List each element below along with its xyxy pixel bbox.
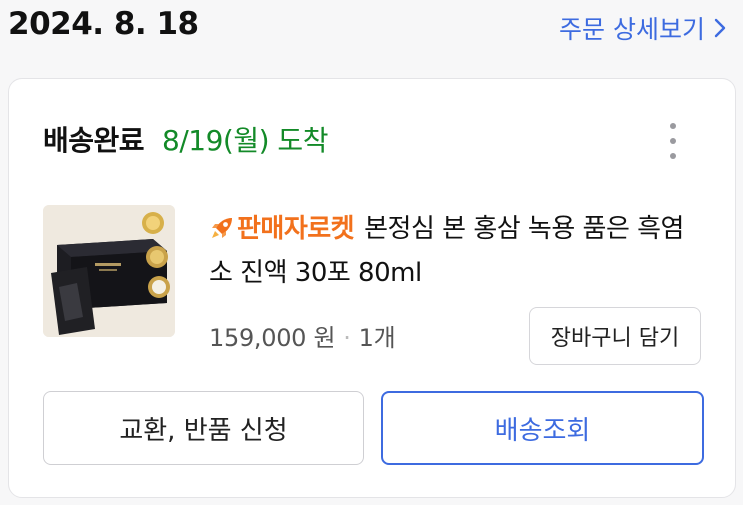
exchange-return-button[interactable]: 교환, 반품 신청 [43,391,364,465]
order-card: 배송완료 8/19(월) 도착 판매자로켓 본정심 본 홍삼 녹용 품은 흑염소… [8,78,736,498]
order-date: 2024. 8. 18 [8,6,199,42]
product-price: 159,000 원 [209,324,336,352]
price-separator: · [343,324,351,352]
delivery-status: 배송완료 [43,124,145,157]
order-actions: 교환, 반품 신청 배송조회 [43,391,704,465]
seller-badge-label: 판매자로켓 [237,214,355,244]
track-delivery-button[interactable]: 배송조회 [381,391,704,465]
seller-rocket-badge: 판매자로켓 [209,214,355,244]
order-page: 2024. 8. 18 주문 상세보기 배송완료 8/19(월) 도착 판매자로… [0,0,743,505]
more-vertical-icon[interactable] [663,123,683,159]
product-quantity: 1개 [358,324,396,352]
price-row: 159,000 원 · 1개 [209,318,396,353]
arrival-date: 8/19(월) 도착 [162,124,328,157]
add-to-cart-button[interactable]: 장바구니 담기 [529,307,701,365]
delivery-status-row: 배송완료 8/19(월) 도착 [43,119,328,159]
chevron-right-icon [713,17,727,39]
rocket-icon [209,214,237,244]
product-thumbnail[interactable] [43,205,175,337]
order-detail-label: 주문 상세보기 [559,15,705,44]
order-detail-link[interactable]: 주문 상세보기 [559,10,727,46]
product-title-block[interactable]: 판매자로켓 본정심 본 홍삼 녹용 품은 흑염소 진액 30포 80ml [209,207,699,295]
